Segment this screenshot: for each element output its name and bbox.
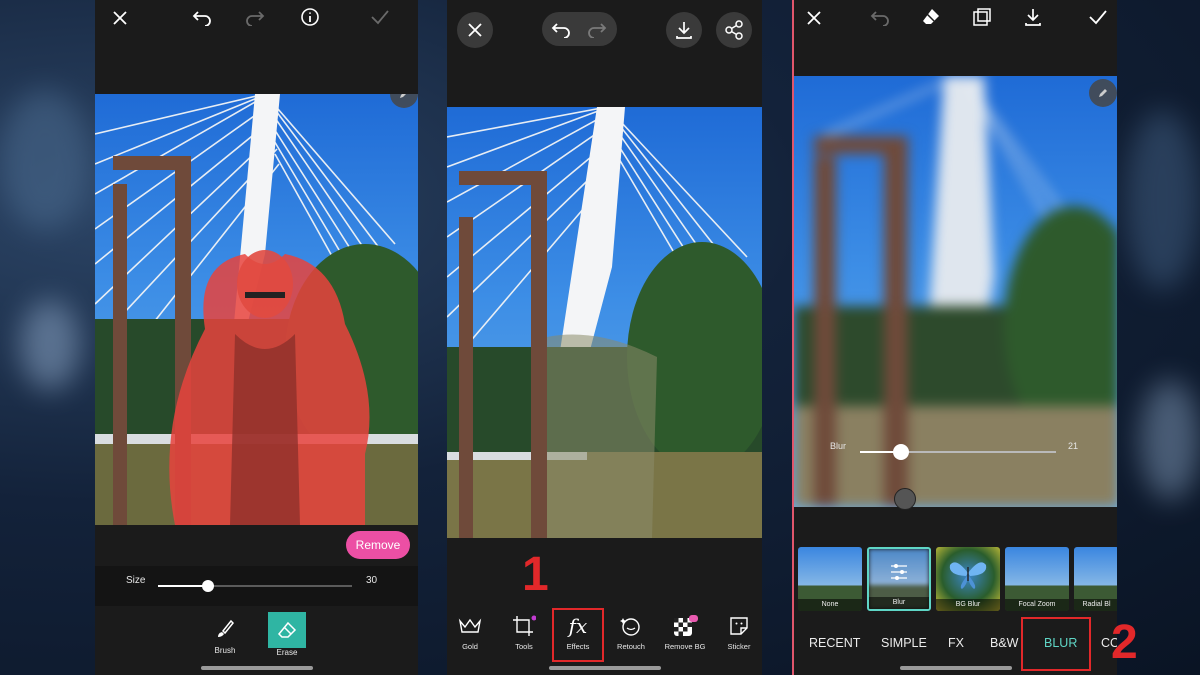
- redo-icon[interactable]: [587, 20, 607, 38]
- close-icon[interactable]: [111, 9, 129, 27]
- size-value: 30: [366, 574, 378, 586]
- effect-thumb-label: Radial Bl: [1074, 599, 1117, 611]
- bridge-scene: [447, 107, 762, 538]
- share-button[interactable]: [716, 12, 752, 48]
- effect-thumb-label: Blur: [869, 597, 929, 609]
- home-indicator: [200, 666, 313, 670]
- blur-label: Blur: [830, 441, 847, 451]
- retouch-label: Retouch: [617, 642, 645, 651]
- undo-redo-group: [542, 12, 617, 46]
- erase-tool[interactable]: Erase: [265, 612, 309, 662]
- photo-canvas[interactable]: [95, 94, 418, 525]
- download-icon: [676, 22, 692, 39]
- undo-icon[interactable]: [551, 20, 571, 38]
- photo-canvas[interactable]: [447, 107, 762, 538]
- eraser-icon[interactable]: [921, 7, 941, 27]
- size-panel: Size 30: [95, 566, 418, 606]
- top-toolbar: [95, 0, 418, 36]
- size-slider[interactable]: [158, 580, 352, 592]
- effect-thumb-radial-blur[interactable]: Radial Bl: [1074, 547, 1117, 611]
- tab-simple[interactable]: SIMPLE: [881, 636, 927, 650]
- sticker-tool[interactable]: Sticker: [715, 610, 762, 651]
- size-slider-fill: [158, 585, 209, 587]
- effect-thumb-label: Focal Zoom: [1005, 599, 1069, 611]
- size-label: Size: [126, 574, 146, 586]
- remove-bg-tool[interactable]: Remove BG: [661, 610, 709, 651]
- crop-icon: [512, 610, 536, 642]
- tools-label: Tools: [515, 642, 533, 651]
- tab-fx[interactable]: FX: [948, 636, 964, 650]
- remove-bg-label: Remove BG: [664, 642, 706, 651]
- redo-icon[interactable]: [245, 8, 265, 26]
- step-number-2: 2: [1111, 616, 1138, 669]
- tools-tool[interactable]: Tools: [500, 610, 548, 651]
- info-icon[interactable]: [300, 7, 320, 27]
- close-icon[interactable]: [805, 9, 823, 27]
- tab-recent[interactable]: RECENT: [809, 636, 860, 650]
- compare-icon[interactable]: [972, 7, 992, 27]
- effect-thumb-blur[interactable]: Blur: [867, 547, 931, 611]
- background-blob: [0, 90, 90, 230]
- phone-erase-screen: Remove Size 30 Brush Erase: [95, 0, 418, 675]
- retouch-icon: [619, 610, 643, 642]
- phone-editor-screen: Gold Tools fx Effects Retouch Remove BG …: [447, 0, 762, 675]
- effect-thumb-focal-zoom[interactable]: Focal Zoom: [1005, 547, 1069, 611]
- gold-tool[interactable]: Gold: [447, 610, 494, 651]
- size-slider-knob[interactable]: [202, 580, 215, 592]
- effect-thumb-none[interactable]: None: [798, 547, 862, 611]
- brush-icon: [215, 612, 235, 646]
- background-blob: [1125, 110, 1200, 290]
- share-icon: [725, 20, 743, 40]
- eraser-icon: [268, 612, 306, 648]
- effect-thumb-bg-blur[interactable]: BG Blur: [936, 547, 1000, 611]
- step-number-1: 1: [522, 548, 549, 601]
- bridge-scene: [95, 94, 418, 525]
- apply-check-icon[interactable]: [1088, 8, 1108, 26]
- close-button[interactable]: [457, 12, 493, 48]
- download-button[interactable]: [666, 12, 702, 48]
- photo-canvas[interactable]: Blur 21: [794, 76, 1117, 507]
- blur-slider[interactable]: [860, 444, 1056, 460]
- tab-bw[interactable]: B&W: [990, 636, 1018, 650]
- effect-thumb-label: None: [798, 599, 862, 611]
- download-icon[interactable]: [1023, 7, 1043, 27]
- gold-label: Gold: [462, 642, 478, 651]
- background-blob: [1140, 380, 1200, 500]
- home-indicator: [548, 666, 661, 670]
- home-indicator: [899, 666, 1012, 670]
- background-blob: [20, 300, 80, 390]
- blur-tab-highlight-box: [1021, 617, 1091, 671]
- brush-label: Brush: [214, 646, 236, 655]
- phone-blur-screen: Blur 21 None Blur BG Blur Focal Zoom Rad…: [792, 0, 1117, 675]
- checker-icon: [672, 610, 698, 642]
- remove-button[interactable]: Remove: [346, 531, 410, 559]
- undo-icon[interactable]: [192, 8, 212, 26]
- butterfly-icon: [948, 557, 988, 591]
- top-toolbar: [794, 0, 1117, 36]
- erase-label: Erase: [276, 648, 298, 657]
- apply-check-icon[interactable]: [370, 8, 390, 26]
- blur-value: 21: [1068, 441, 1079, 451]
- focus-point-handle[interactable]: [894, 488, 916, 510]
- undo-icon[interactable]: [870, 8, 890, 26]
- close-icon: [468, 23, 482, 37]
- effect-thumb-label: BG Blur: [936, 599, 1000, 611]
- retouch-tool[interactable]: Retouch: [607, 610, 655, 651]
- adjust-sliders-icon: [888, 561, 910, 583]
- edit-pen-icon[interactable]: [1089, 79, 1117, 107]
- effects-highlight-box: [552, 608, 604, 662]
- sticker-icon: [728, 610, 750, 642]
- brush-tool[interactable]: Brush: [203, 612, 247, 662]
- crown-icon: [458, 610, 482, 642]
- sticker-label: Sticker: [727, 642, 751, 651]
